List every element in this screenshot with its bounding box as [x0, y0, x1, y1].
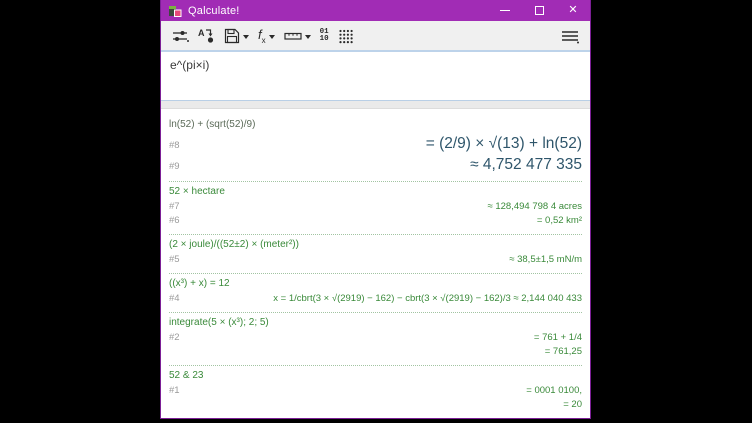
history-result-row[interactable]: #1 = 0001 0100,: [169, 384, 582, 398]
history-separator: [169, 181, 582, 182]
history-result-row[interactable]: #4 x = 1/cbrt(3 × √(2919) − 162) − cbrt(…: [169, 292, 582, 306]
history-separator: [169, 312, 582, 313]
history-index: #9: [169, 161, 195, 172]
save-icon: [224, 28, 240, 44]
close-icon: ✕: [568, 5, 577, 16]
history-entry: integrate(5 × (x³); 2; 5) #2 = 761 + 1/4…: [169, 317, 582, 359]
history-expression[interactable]: ln(52) + (sqrt(52)/9): [169, 119, 582, 130]
history-result-row[interactable]: #7 ≈ 128,494 798 4 acres: [169, 200, 582, 214]
units-dropdown-arrow-icon[interactable]: [305, 35, 311, 39]
history-result-row[interactable]: #5 ≈ 38,5±1,5 mN/m: [169, 253, 582, 267]
window-title: Qalculate!: [188, 5, 240, 17]
minimize-icon: [500, 10, 510, 11]
history-result[interactable]: = 0001 0100,: [195, 384, 582, 398]
number-bases-icon: 01 10: [320, 29, 329, 43]
ruler-icon: [284, 28, 302, 44]
save-button[interactable]: [221, 24, 252, 48]
history-result[interactable]: = 0,52 km²: [195, 214, 582, 228]
qalculate-window: Qalculate! ✕ A: [160, 0, 591, 419]
history-result[interactable]: ≈ 128,494 798 4 acres: [195, 200, 582, 214]
history-index: #7: [169, 201, 195, 212]
history-result[interactable]: ≈ 38,5±1,5 mN/m: [195, 253, 582, 267]
history-entry: ((x³) + x) = 12 #4 x = 1/cbrt(3 × √(2919…: [169, 278, 582, 306]
desktop-background: Qalculate! ✕ A: [0, 0, 752, 423]
expression-input[interactable]: e^(pi×i): [161, 52, 590, 100]
history-result-row[interactable]: #8 = (2/9) × √(13) + ln(52): [169, 133, 582, 154]
mode-button[interactable]: [169, 24, 192, 48]
history-index: #4: [169, 293, 195, 304]
history-result-row[interactable]: = 20: [169, 398, 582, 412]
history-result[interactable]: = (2/9) × √(13) + ln(52): [195, 133, 582, 154]
history-expression[interactable]: 52 & 23: [169, 370, 582, 381]
functions-button[interactable]: fx: [255, 24, 278, 48]
history-result-row[interactable]: #6 = 0,52 km²: [169, 214, 582, 228]
input-history-splitter[interactable]: [161, 100, 590, 109]
history-result[interactable]: x = 1/cbrt(3 × √(2919) − 162) − cbrt(3 ×…: [195, 292, 582, 306]
history-expression[interactable]: (2 × joule)/((52±2) × (meter²)): [169, 239, 582, 250]
close-button[interactable]: ✕: [556, 0, 590, 21]
menu-button[interactable]: [558, 24, 582, 48]
history-expression[interactable]: 52 × hectare: [169, 186, 582, 197]
history-expression[interactable]: integrate(5 × (x³); 2; 5): [169, 317, 582, 328]
title-bar: Qalculate! ✕: [161, 0, 590, 21]
sliders-icon: [172, 28, 189, 44]
history-entry: ln(52) + (sqrt(52)/9) #8 = (2/9) × √(13)…: [169, 119, 582, 175]
history-index: #1: [169, 385, 195, 396]
save-dropdown-arrow-icon[interactable]: [243, 35, 249, 39]
history-separator: [169, 273, 582, 274]
history-index: #2: [169, 332, 195, 343]
maximize-button[interactable]: [522, 0, 556, 21]
keypad-button[interactable]: [335, 24, 357, 48]
history-result[interactable]: = 761,25: [195, 345, 582, 359]
number-bases-button[interactable]: 01 10: [317, 24, 332, 48]
maximize-icon: [535, 6, 544, 15]
convert-icon: A: [198, 27, 215, 44]
history-index: #6: [169, 215, 195, 226]
keypad-icon: [338, 28, 354, 44]
history-list: ln(52) + (sqrt(52)/9) #8 = (2/9) × √(13)…: [161, 109, 590, 418]
toolbar: A fx: [161, 21, 590, 50]
functions-dropdown-arrow-icon[interactable]: [269, 35, 275, 39]
functions-icon: fx: [258, 26, 266, 45]
history-result-row[interactable]: #9 ≈ 4,752 477 335: [169, 154, 582, 175]
history-entry: 52 × hectare #7 ≈ 128,494 798 4 acres #6…: [169, 186, 582, 228]
history-separator: [169, 234, 582, 235]
history-result[interactable]: = 761 + 1/4: [195, 331, 582, 345]
history-result[interactable]: ≈ 4,752 477 335: [195, 154, 582, 175]
app-icon: [168, 4, 182, 18]
units-button[interactable]: [281, 24, 314, 48]
minimize-button[interactable]: [488, 0, 522, 21]
history-index: #5: [169, 254, 195, 265]
history-result[interactable]: = 20: [195, 398, 582, 412]
convert-button[interactable]: A: [195, 24, 218, 48]
svg-text:A: A: [198, 28, 205, 38]
window-controls: ✕: [488, 0, 590, 21]
history-result-row[interactable]: #2 = 761 + 1/4: [169, 331, 582, 345]
history-entry: (2 × joule)/((52±2) × (meter²)) #5 ≈ 38,…: [169, 239, 582, 267]
hamburger-menu-icon: [561, 28, 579, 44]
history-expression[interactable]: ((x³) + x) = 12: [169, 278, 582, 289]
history-separator: [169, 365, 582, 366]
history-entry: 52 & 23 #1 = 0001 0100, = 20: [169, 370, 582, 412]
history-index: #8: [169, 140, 195, 151]
history-result-row[interactable]: = 761,25: [169, 345, 582, 359]
